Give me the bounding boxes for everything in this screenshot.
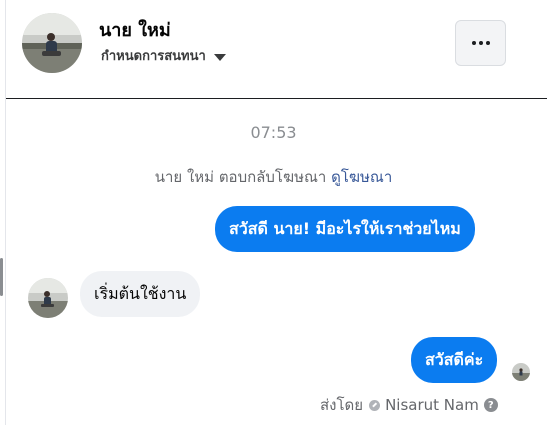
contact-avatar-small[interactable] — [28, 278, 68, 318]
ad-reply-text: นาย ใหม่ ตอบกลับโฆษณา — [154, 168, 327, 186]
seen-avatar — [512, 363, 530, 381]
message-timestamp: 07:53 — [250, 123, 297, 142]
caret-down-icon — [213, 53, 226, 61]
more-horizontal-icon — [470, 41, 491, 45]
view-ad-link[interactable]: ดูโฆษณา — [331, 168, 392, 186]
check-circle-icon — [369, 399, 381, 411]
sender-name: Nisarut Nam — [385, 396, 479, 414]
incoming-message[interactable]: เริ่มต้นใช้งาน — [80, 271, 201, 317]
ad-reply-notice: นาย ใหม่ ตอบกลับโฆษณา ดูโฆษณา — [0, 165, 547, 189]
outgoing-message[interactable]: สวัสดี นาย! มีอะไรให้เราช่วยไหม — [215, 206, 475, 252]
conversation-header: นาย ใหม่ กำหนดการสนทนา — [6, 0, 547, 99]
outgoing-message[interactable]: สวัสดีค่ะ — [411, 337, 498, 383]
more-options-button[interactable] — [455, 20, 506, 66]
help-icon[interactable]: ? — [483, 398, 498, 412]
resize-handle[interactable] — [0, 258, 3, 296]
conversation-settings-dropdown[interactable]: กำหนดการสนทนา — [101, 45, 226, 66]
sent-by-info: ส่งโดย Nisarut Nam ? — [320, 393, 498, 417]
sent-by-label: ส่งโดย — [320, 396, 364, 414]
contact-name: นาย ใหม่ — [99, 20, 171, 41]
messenger-conversation: นาย ใหม่ กำหนดการสนทนา 07:53 นาย ใหม่ ตอ… — [0, 0, 547, 425]
conversation-settings-label: กำหนดการสนทนา — [101, 49, 206, 64]
contact-avatar[interactable] — [22, 13, 82, 73]
